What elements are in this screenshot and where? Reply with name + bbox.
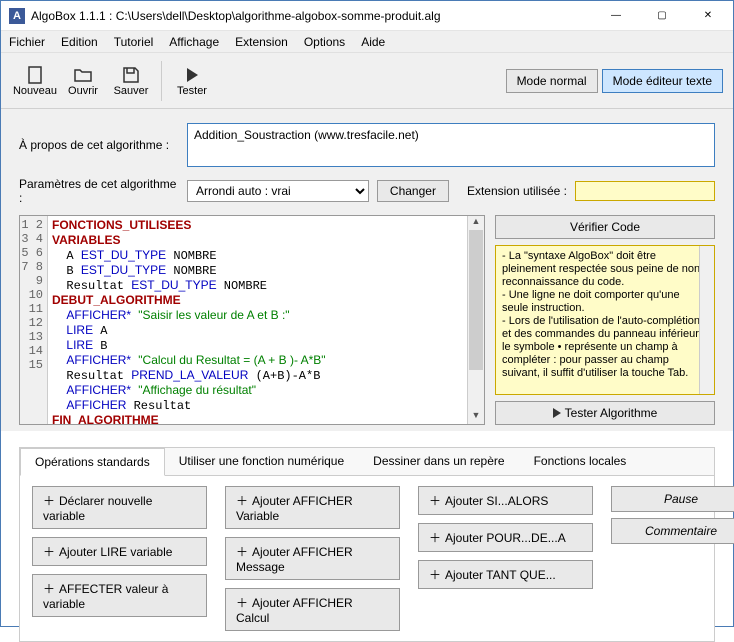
- window-title: AlgoBox 1.1.1 : C:\Users\dell\Desktop\al…: [31, 9, 593, 23]
- toolbar-divider: [161, 61, 162, 101]
- tab-numeric-func[interactable]: Utiliser une fonction numérique: [165, 448, 359, 475]
- help-text-box: - La "syntaxe AlgoBox" doit être pleinem…: [495, 245, 715, 395]
- affecter-label: AFFECTER valeur à variable: [43, 582, 168, 611]
- scroll-down-icon[interactable]: ▼: [468, 410, 484, 424]
- tab-local-func[interactable]: Fonctions locales: [520, 448, 642, 475]
- afficher-msg-label: Ajouter AFFICHER Message: [236, 545, 353, 574]
- afficher-var-label: Ajouter AFFICHER Variable: [236, 494, 353, 523]
- close-button[interactable]: ✕: [685, 1, 731, 31]
- about-input[interactable]: [187, 123, 715, 167]
- tab-standard-ops[interactable]: Opérations standards: [20, 448, 165, 476]
- plus-icon: ＋: [429, 531, 441, 545]
- plus-icon: ＋: [236, 596, 248, 610]
- operations-tabs: Opérations standards Utiliser une foncti…: [20, 448, 714, 476]
- extension-input[interactable]: [575, 181, 715, 201]
- afficher-calc-button[interactable]: ＋Ajouter AFFICHER Calcul: [225, 588, 400, 631]
- test-algorithm-button[interactable]: Tester Algorithme: [495, 401, 715, 425]
- play-icon: [553, 408, 561, 418]
- save-icon: [121, 65, 141, 85]
- menu-options[interactable]: Options: [304, 35, 345, 49]
- code-text[interactable]: FONCTIONS_UTILISEES VARIABLES A EST_DU_T…: [48, 216, 467, 424]
- plus-icon: ＋: [236, 545, 248, 559]
- new-label: Nouveau: [13, 85, 57, 97]
- menu-edition[interactable]: Edition: [61, 35, 98, 49]
- afficher-calc-label: Ajouter AFFICHER Calcul: [236, 596, 353, 625]
- about-label: À propos de cet algorithme :: [19, 138, 179, 152]
- declare-var-label: Déclarer nouvelle variable: [43, 494, 152, 523]
- plus-icon: ＋: [429, 568, 441, 582]
- play-icon: [182, 65, 202, 85]
- new-button[interactable]: Nouveau: [11, 57, 59, 105]
- app-icon: A: [9, 8, 25, 24]
- declare-var-button[interactable]: ＋Déclarer nouvelle variable: [32, 486, 207, 529]
- lire-var-label: Ajouter LIRE variable: [59, 545, 172, 559]
- minimize-button[interactable]: —: [593, 1, 639, 31]
- commentaire-button[interactable]: Commentaire: [611, 518, 734, 544]
- save-label: Sauver: [114, 85, 149, 97]
- menu-extension[interactable]: Extension: [235, 35, 288, 49]
- extension-label: Extension utilisée :: [467, 184, 567, 198]
- menu-aide[interactable]: Aide: [361, 35, 385, 49]
- lire-var-button[interactable]: ＋ Ajouter LIRE variable: [32, 537, 207, 566]
- open-button[interactable]: Ouvrir: [59, 57, 107, 105]
- test-button[interactable]: Tester: [168, 57, 216, 105]
- afficher-var-button[interactable]: ＋Ajouter AFFICHER Variable: [225, 486, 400, 529]
- pour-de-a-label: Ajouter POUR...DE...A: [445, 531, 566, 545]
- file-icon: [25, 65, 45, 85]
- params-label: Paramètres de cet algorithme :: [19, 177, 179, 205]
- tant-que-label: Ajouter TANT QUE...: [445, 568, 556, 582]
- help-scrollbar[interactable]: [699, 246, 714, 394]
- code-scrollbar[interactable]: ▲ ▼: [467, 216, 484, 424]
- afficher-msg-button[interactable]: ＋Ajouter AFFICHER Message: [225, 537, 400, 580]
- menu-tutoriel[interactable]: Tutoriel: [114, 35, 154, 49]
- scroll-up-icon[interactable]: ▲: [468, 216, 484, 230]
- open-label: Ouvrir: [68, 85, 98, 97]
- folder-icon: [73, 65, 93, 85]
- maximize-button[interactable]: ▢: [639, 1, 685, 31]
- pause-button[interactable]: Pause: [611, 486, 734, 512]
- pour-de-a-button[interactable]: ＋ Ajouter POUR...DE...A: [418, 523, 593, 552]
- plus-icon: ＋: [43, 494, 55, 508]
- menubar: Fichier Edition Tutoriel Affichage Exten…: [1, 31, 733, 53]
- plus-icon: ＋: [43, 582, 55, 596]
- tab-draw[interactable]: Dessiner dans un repère: [359, 448, 519, 475]
- affecter-button[interactable]: ＋AFFECTER valeur à variable: [32, 574, 207, 617]
- mode-editor-button[interactable]: Mode éditeur texte: [602, 69, 723, 93]
- params-select[interactable]: Arrondi auto : vrai: [187, 180, 369, 202]
- mode-normal-button[interactable]: Mode normal: [506, 69, 598, 93]
- si-alors-button[interactable]: ＋ Ajouter SI...ALORS: [418, 486, 593, 515]
- tant-que-button[interactable]: ＋ Ajouter TANT QUE...: [418, 560, 593, 589]
- menu-fichier[interactable]: Fichier: [9, 35, 45, 49]
- changer-button[interactable]: Changer: [377, 180, 449, 202]
- plus-icon: ＋: [429, 494, 441, 508]
- line-gutter: 1 2 3 4 5 6 7 8 9 10 11 12 13 14 15: [20, 216, 48, 424]
- si-alors-label: Ajouter SI...ALORS: [445, 494, 548, 508]
- plus-icon: ＋: [43, 545, 55, 559]
- help-text: - La "syntaxe AlgoBox" doit être pleinem…: [502, 250, 704, 379]
- menu-affichage[interactable]: Affichage: [169, 35, 219, 49]
- verify-code-button[interactable]: Vérifier Code: [495, 215, 715, 239]
- code-editor[interactable]: 1 2 3 4 5 6 7 8 9 10 11 12 13 14 15 FONC…: [19, 215, 485, 425]
- test-label: Tester: [177, 85, 207, 97]
- test-algorithm-label: Tester Algorithme: [565, 406, 658, 420]
- scroll-thumb[interactable]: [469, 230, 483, 370]
- plus-icon: ＋: [236, 494, 248, 508]
- save-button[interactable]: Sauver: [107, 57, 155, 105]
